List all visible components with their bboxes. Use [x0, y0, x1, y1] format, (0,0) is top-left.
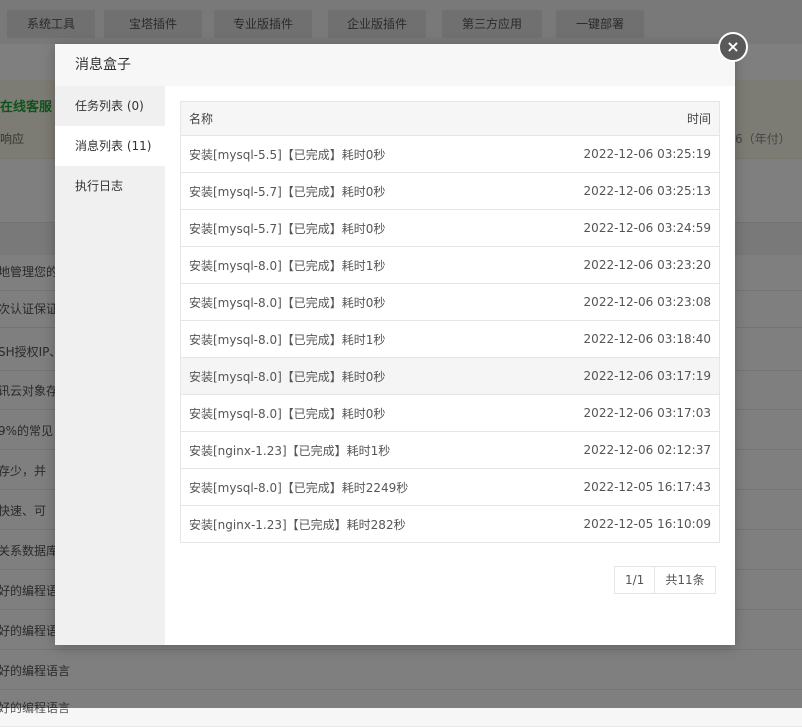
dialog-content: 名称 时间 安装[mysql-5.5]【已完成】耗时0秒 2022-12-06 0…: [165, 86, 735, 645]
table-row[interactable]: 安装[mysql-8.0]【已完成】耗时0秒 2022-12-06 03:17:0…: [180, 394, 720, 432]
total-count: 共11条: [665, 573, 705, 587]
message-name: 安装[mysql-8.0]【已完成】耗时2249秒: [180, 468, 516, 506]
message-time: 2022-12-06 03:23:20: [515, 246, 720, 284]
pagination: 1/1 共11条: [614, 566, 716, 594]
table-row[interactable]: 安装[nginx-1.23]【已完成】耗时282秒 2022-12-05 16:1…: [180, 505, 720, 543]
table-row[interactable]: 安装[mysql-5.7]【已完成】耗时0秒 2022-12-06 03:25:1…: [180, 172, 720, 210]
message-name: 安装[mysql-5.7]【已完成】耗时0秒: [180, 172, 516, 210]
message-time: 2022-12-06 03:17:03: [515, 394, 720, 432]
message-name: 安装[mysql-5.5]【已完成】耗时0秒: [180, 135, 516, 173]
message-name: 安装[mysql-8.0]【已完成】耗时0秒: [180, 283, 516, 321]
message-name: 安装[nginx-1.23]【已完成】耗时1秒: [180, 431, 516, 469]
table-row[interactable]: 安装[mysql-8.0]【已完成】耗时1秒 2022-12-06 03:23:2…: [180, 246, 720, 284]
nav-execution-log[interactable]: 执行日志: [55, 166, 165, 206]
dialog-title: 消息盒子: [75, 57, 131, 73]
message-box-dialog: 消息盒子 × 任务列表 (0) 消息列表 (11) 执行日志 名称 时间 安装[…: [55, 32, 748, 645]
dialog-header: 消息盒子: [55, 44, 735, 87]
message-name: 安装[mysql-8.0]【已完成】耗时0秒: [180, 357, 516, 395]
message-name: 安装[mysql-5.7]【已完成】耗时0秒: [180, 209, 516, 247]
table-row[interactable]: 安装[mysql-8.0]【已完成】耗时0秒 2022-12-06 03:23:0…: [180, 283, 720, 321]
dialog-side-nav: 任务列表 (0) 消息列表 (11) 执行日志: [55, 86, 165, 645]
table-row[interactable]: 安装[mysql-5.7]【已完成】耗时0秒 2022-12-06 03:24:5…: [180, 209, 720, 247]
message-time: 2022-12-06 03:24:59: [515, 209, 720, 247]
message-name: 安装[mysql-8.0]【已完成】耗时0秒: [180, 394, 516, 432]
message-time: 2022-12-05 16:17:43: [515, 468, 720, 506]
table-row[interactable]: 安装[mysql-8.0]【已完成】耗时1秒 2022-12-06 03:18:4…: [180, 320, 720, 358]
page-indicator[interactable]: 1/1: [615, 567, 656, 593]
close-icon[interactable]: ×: [718, 32, 748, 62]
message-table: 名称 时间 安装[mysql-5.5]【已完成】耗时0秒 2022-12-06 0…: [180, 101, 720, 543]
message-time: 2022-12-06 02:12:37: [515, 431, 720, 469]
message-time: 2022-12-05 16:10:09: [515, 505, 720, 543]
message-time: 2022-12-06 03:18:40: [515, 320, 720, 358]
column-time-header: 时间: [515, 101, 720, 136]
message-name: 安装[mysql-8.0]【已完成】耗时1秒: [180, 246, 516, 284]
message-time: 2022-12-06 03:25:13: [515, 172, 720, 210]
column-name-header: 名称: [180, 101, 516, 136]
message-name: 安装[mysql-8.0]【已完成】耗时1秒: [180, 320, 516, 358]
message-time: 2022-12-06 03:17:19: [515, 357, 720, 395]
nav-task-list[interactable]: 任务列表 (0): [55, 86, 165, 126]
table-row[interactable]: 安装[mysql-8.0]【已完成】耗时2249秒 2022-12-05 16:1…: [180, 468, 720, 506]
table-row[interactable]: 安装[mysql-8.0]【已完成】耗时0秒 2022-12-06 03:17:1…: [180, 357, 720, 395]
table-row[interactable]: 安装[mysql-5.5]【已完成】耗时0秒 2022-12-06 03:25:1…: [180, 135, 720, 173]
nav-message-list[interactable]: 消息列表 (11): [55, 126, 165, 166]
message-time: 2022-12-06 03:23:08: [515, 283, 720, 321]
table-row[interactable]: 安装[nginx-1.23]【已完成】耗时1秒 2022-12-06 02:12:…: [180, 431, 720, 469]
message-time: 2022-12-06 03:25:19: [515, 135, 720, 173]
message-name: 安装[nginx-1.23]【已完成】耗时282秒: [180, 505, 516, 543]
table-header-row: 名称 时间: [180, 101, 720, 136]
